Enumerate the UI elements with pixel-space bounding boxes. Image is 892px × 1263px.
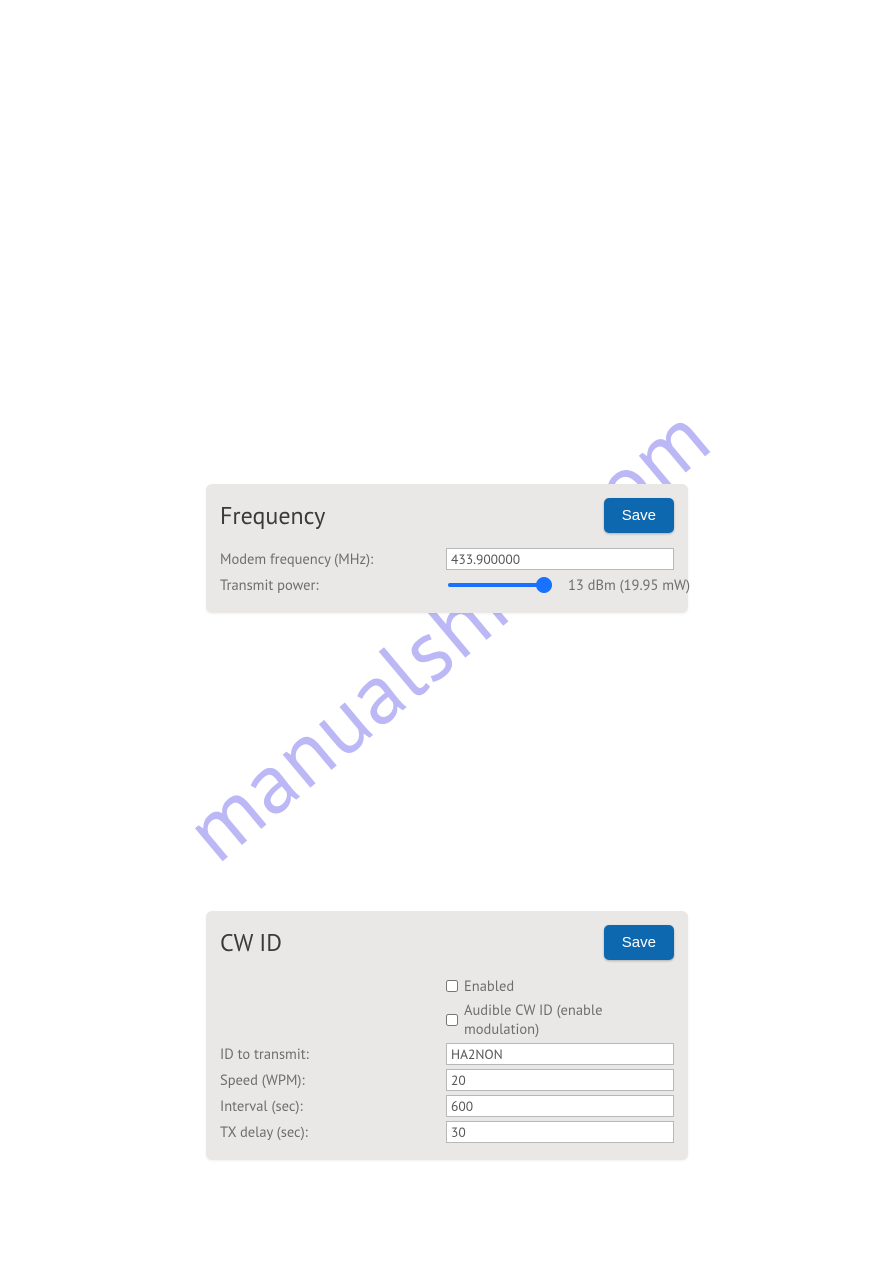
cw-audible-row: Audible CW ID (enable modulation) xyxy=(220,1000,674,1040)
cw-id-transmit-label: ID to transmit: xyxy=(220,1045,446,1064)
cw-id-transmit-row: ID to transmit: xyxy=(220,1042,674,1066)
cw-audible-checkbox[interactable] xyxy=(446,1014,458,1026)
cw-txdelay-input[interactable] xyxy=(446,1121,674,1143)
watermark-text: manualshive.com xyxy=(161,380,731,884)
cw-audible-check-label[interactable]: Audible CW ID (enable modulation) xyxy=(446,1001,674,1039)
transmit-power-row: Transmit power: 13 dBm (19.95 mW) xyxy=(220,573,674,597)
modem-frequency-label: Modem frequency (MHz): xyxy=(220,550,446,569)
cw-speed-label: Speed (WPM): xyxy=(220,1071,446,1090)
frequency-save-button[interactable]: Save xyxy=(604,498,674,533)
cw-id-save-button[interactable]: Save xyxy=(604,925,674,960)
cw-id-panel-header: CW ID Save xyxy=(220,925,674,960)
cw-interval-row: Interval (sec): xyxy=(220,1094,674,1118)
transmit-power-label: Transmit power: xyxy=(220,576,446,595)
modem-frequency-row: Modem frequency (MHz): xyxy=(220,547,674,571)
cw-speed-input[interactable] xyxy=(446,1069,674,1091)
cw-txdelay-label: TX delay (sec): xyxy=(220,1123,446,1142)
cw-txdelay-row: TX delay (sec): xyxy=(220,1120,674,1144)
cw-id-panel: CW ID Save Enabled Audible CW ID (enable… xyxy=(206,911,688,1160)
transmit-power-slider[interactable] xyxy=(448,583,552,587)
modem-frequency-input[interactable] xyxy=(446,548,674,570)
transmit-power-readout: 13 dBm (19.95 mW) xyxy=(568,576,690,595)
cw-speed-row: Speed (WPM): xyxy=(220,1068,674,1092)
cw-enabled-check-label[interactable]: Enabled xyxy=(446,977,514,996)
cw-interval-label: Interval (sec): xyxy=(220,1097,446,1116)
cw-enabled-row: Enabled xyxy=(220,974,674,998)
cw-id-transmit-input[interactable] xyxy=(446,1043,674,1065)
cw-audible-label-text: Audible CW ID (enable modulation) xyxy=(464,1001,674,1039)
frequency-panel: Frequency Save Modem frequency (MHz): Tr… xyxy=(206,484,688,613)
cw-enabled-checkbox[interactable] xyxy=(446,980,458,992)
frequency-panel-title: Frequency xyxy=(220,500,325,531)
cw-interval-input[interactable] xyxy=(446,1095,674,1117)
cw-enabled-label-text: Enabled xyxy=(464,977,514,996)
frequency-panel-header: Frequency Save xyxy=(220,498,674,533)
cw-id-panel-title: CW ID xyxy=(220,927,282,958)
